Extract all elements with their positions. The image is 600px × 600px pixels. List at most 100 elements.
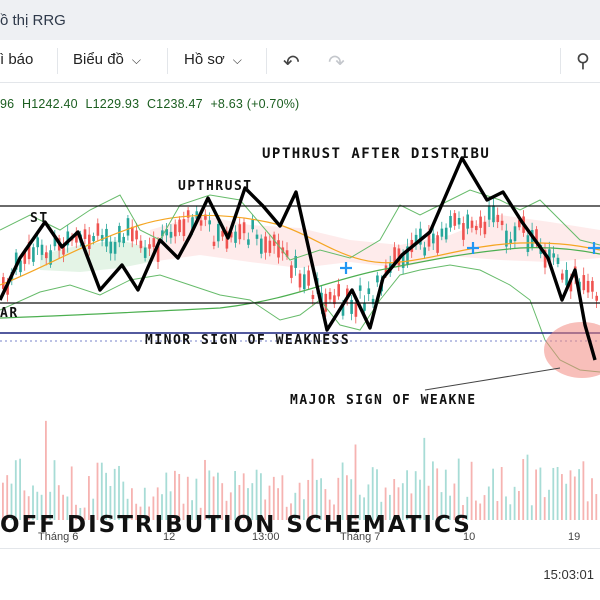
candle-body bbox=[582, 275, 586, 291]
candle-body bbox=[436, 235, 439, 253]
candle-body bbox=[367, 288, 371, 295]
candle-body bbox=[83, 229, 87, 239]
candle-body bbox=[152, 238, 156, 247]
volume-bar bbox=[487, 486, 490, 520]
candle-body bbox=[526, 235, 530, 252]
candle-body bbox=[118, 225, 121, 243]
candle-body bbox=[92, 236, 95, 242]
candle-body bbox=[492, 205, 495, 223]
volume-bar bbox=[530, 505, 533, 520]
candle-body bbox=[247, 239, 250, 245]
candle-body bbox=[475, 225, 478, 231]
annotation-upthrust-after-distribution: UPTHRUST AFTER DISTRIBU bbox=[262, 146, 490, 162]
x-axis-label: Tháng 7 bbox=[340, 531, 380, 543]
candle-body bbox=[500, 220, 504, 226]
candle-body bbox=[513, 226, 517, 242]
candle-body bbox=[169, 231, 173, 238]
candle-body bbox=[126, 218, 130, 236]
ichimoku-cloud-green bbox=[40, 240, 150, 272]
volume-bar bbox=[457, 458, 460, 520]
volume-bar bbox=[354, 444, 357, 520]
candle-body bbox=[178, 219, 181, 233]
indicators-menu[interactable]: ì báo bbox=[0, 51, 33, 68]
candle-body bbox=[148, 244, 151, 249]
profile-menu[interactable]: Hồ sơ ⌵ bbox=[184, 51, 242, 68]
candle-body bbox=[143, 247, 147, 258]
status-time: 15:03:01 bbox=[543, 567, 594, 582]
candle-body bbox=[303, 274, 306, 290]
volume-bar bbox=[543, 497, 546, 520]
toolbar-divider bbox=[266, 48, 267, 74]
candle-body bbox=[470, 220, 474, 228]
candle-body bbox=[36, 237, 39, 248]
annotation-upthrust: UPTHRUST bbox=[178, 179, 253, 194]
volume-bar bbox=[505, 496, 507, 520]
candle-body bbox=[135, 230, 138, 240]
candle-body bbox=[217, 224, 220, 242]
candle-body bbox=[423, 247, 426, 256]
chart-type-menu[interactable]: Biểu đồ ⌵ bbox=[73, 51, 141, 68]
candle-body bbox=[496, 214, 500, 223]
volume-bar bbox=[561, 474, 563, 520]
x-axis-label: 10 bbox=[463, 531, 475, 543]
volume-bars bbox=[2, 420, 598, 520]
candle-body bbox=[311, 294, 315, 300]
candle-body bbox=[242, 222, 246, 234]
undo-icon[interactable]: ↶ bbox=[283, 50, 300, 75]
search-settings-icon[interactable]: ⚲ bbox=[576, 50, 590, 73]
candle-body bbox=[462, 223, 465, 240]
candle-body bbox=[208, 220, 211, 225]
volume-bar bbox=[45, 420, 47, 520]
candle-body bbox=[109, 241, 113, 254]
candle-body bbox=[440, 228, 444, 237]
candle-body bbox=[487, 205, 491, 220]
annotation-st: ST bbox=[30, 211, 49, 226]
candle-body bbox=[444, 227, 448, 240]
toolbar-divider bbox=[57, 48, 58, 74]
candle-body bbox=[238, 224, 242, 240]
volume-bar bbox=[509, 504, 512, 520]
volume-bar bbox=[479, 503, 482, 520]
toolbar-divider bbox=[560, 48, 561, 74]
volume-bar bbox=[548, 489, 550, 520]
candle-body bbox=[40, 244, 44, 255]
candle-body bbox=[432, 233, 435, 244]
candle-body bbox=[113, 242, 117, 254]
indicators-label: ì báo bbox=[0, 51, 34, 68]
redo-icon[interactable]: ↷ bbox=[328, 50, 345, 75]
candle-body bbox=[182, 219, 186, 237]
candle-body bbox=[556, 257, 560, 264]
window-titlebar: ồ thị RRG bbox=[0, 0, 600, 41]
candle-body bbox=[199, 220, 203, 226]
chart-toolbar: ì báo Biểu đồ ⌵ Hồ sơ ⌵ ↶ ↷ ⚲ bbox=[0, 40, 600, 83]
candle-body bbox=[586, 280, 590, 293]
volume-bar bbox=[475, 500, 477, 520]
annotation-major-sow: MAJOR SIGN OF WEAKNE bbox=[290, 393, 477, 408]
candle-body bbox=[358, 285, 362, 291]
volume-bar bbox=[556, 466, 559, 520]
candle-body bbox=[88, 234, 91, 250]
volume-bar bbox=[565, 483, 568, 520]
volume-bar bbox=[518, 490, 520, 520]
candle-body bbox=[466, 214, 469, 229]
candle-body bbox=[251, 218, 254, 230]
candle-body bbox=[483, 221, 487, 235]
volume-bar bbox=[552, 467, 555, 520]
candle-body bbox=[328, 291, 332, 300]
profile-label: Hồ sơ bbox=[184, 51, 225, 68]
volume-bar bbox=[578, 469, 580, 520]
chevron-down-icon: ⌵ bbox=[131, 53, 141, 67]
candle-body bbox=[290, 265, 293, 278]
volume-bar bbox=[539, 467, 542, 520]
volume-bar bbox=[569, 470, 572, 520]
candle-body bbox=[552, 253, 555, 258]
candle-body bbox=[350, 299, 353, 314]
candle-body bbox=[453, 213, 457, 226]
candle-body bbox=[595, 295, 598, 301]
candle-body bbox=[260, 238, 263, 254]
price-chart[interactable]: UPTHRUST AFTER DISTRIBU UPTHRUST ST AR M… bbox=[0, 82, 600, 548]
candle-body bbox=[479, 216, 482, 228]
chevron-down-icon: ⌵ bbox=[232, 53, 242, 67]
candle-body bbox=[174, 224, 177, 237]
candle-body bbox=[561, 273, 564, 280]
